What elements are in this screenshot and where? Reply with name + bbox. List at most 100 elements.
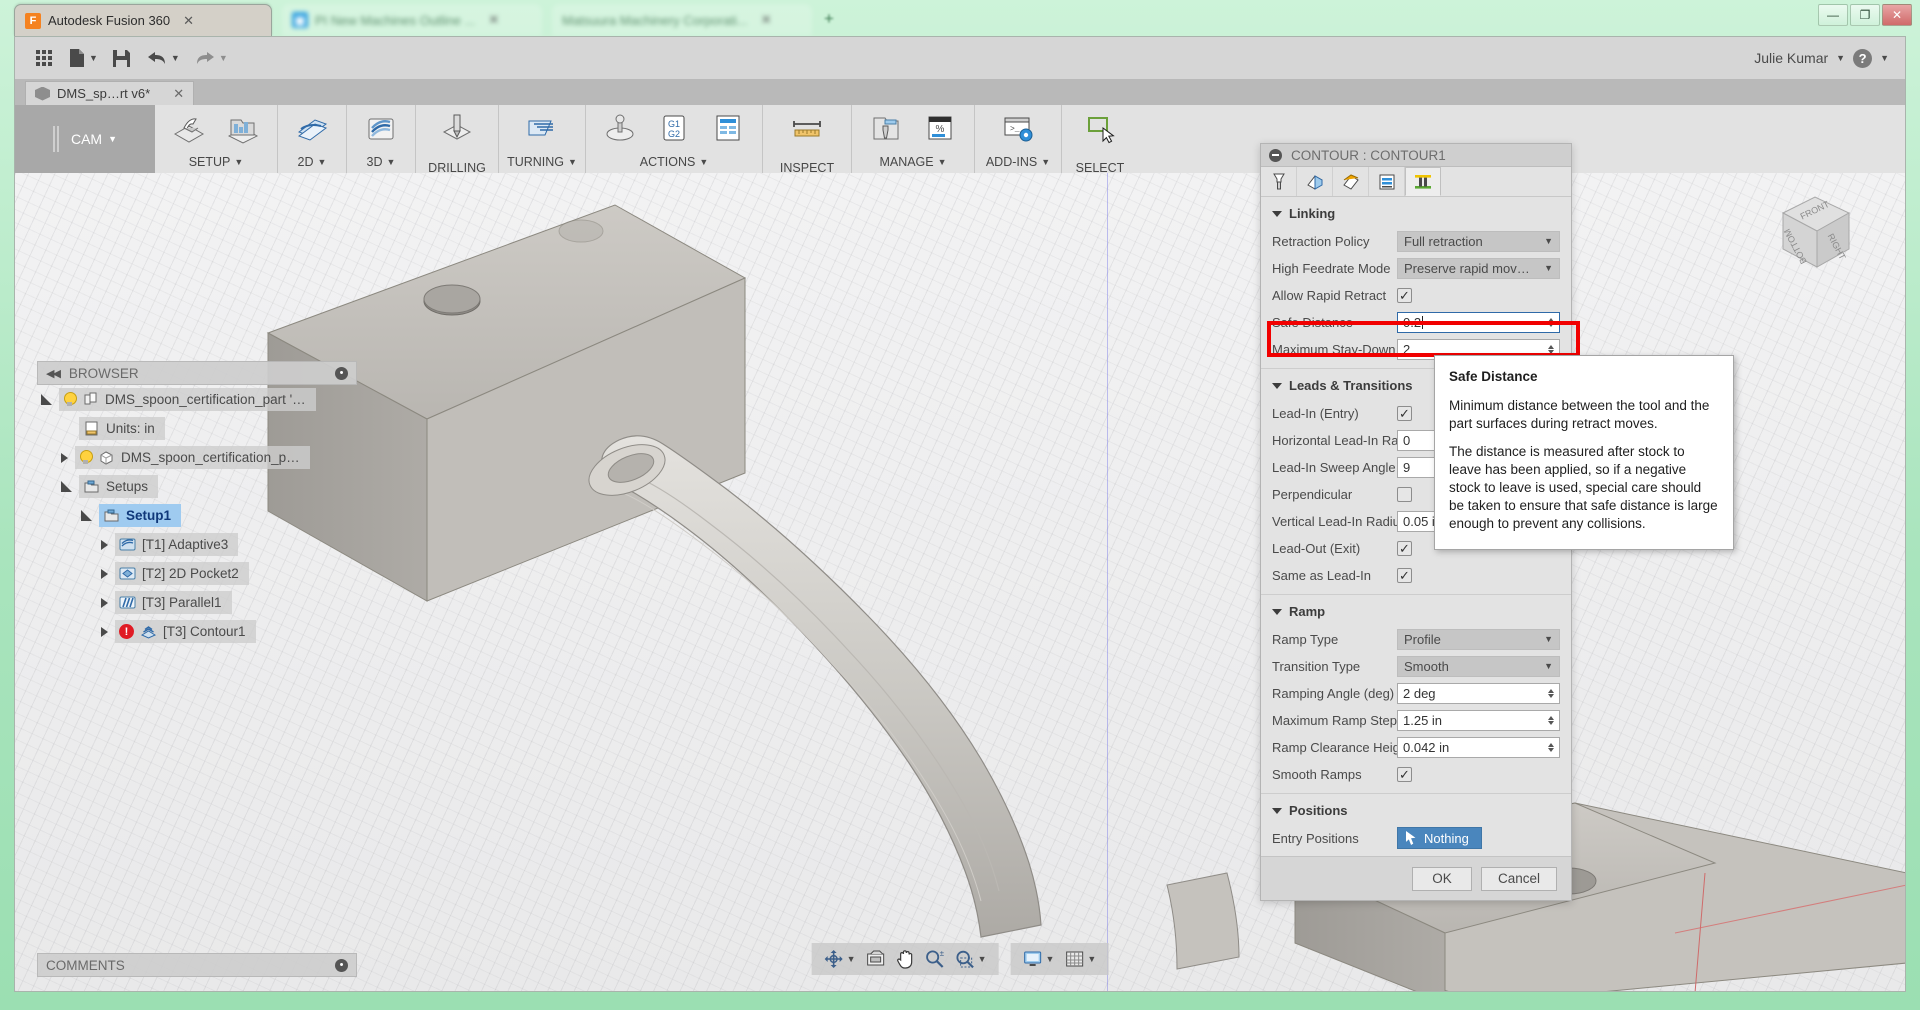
document-tab[interactable]: DMS_sp…rt v6* ✕ <box>25 81 195 105</box>
tree-item-chip[interactable]: Setup1 <box>99 504 182 527</box>
select-retraction-policy[interactable]: Full retraction ▼ <box>1397 230 1560 252</box>
collapse-icon[interactable] <box>1269 148 1282 162</box>
section-header-linking[interactable]: Linking <box>1261 197 1571 228</box>
ok-button[interactable]: OK <box>1411 866 1472 891</box>
select-button[interactable]: SELECT <box>1069 109 1131 175</box>
turning-button[interactable]: TURNING ▼ <box>506 109 578 169</box>
chevron-down-icon[interactable]: ▼ <box>1046 954 1055 964</box>
tree-item[interactable]: ! [T3] Contour1 <box>37 617 357 646</box>
new-tab-button[interactable]: + <box>824 9 834 29</box>
input-ramp-clearance-height[interactable]: 0.042 in <box>1397 736 1560 758</box>
select-high-feedrate-mode[interactable]: Preserve rapid mov… ▼ <box>1397 257 1560 279</box>
tree-item-chip[interactable]: Units: in <box>79 417 165 440</box>
select-transition-type[interactable]: Smooth ▼ <box>1397 655 1560 677</box>
section-header-ramp[interactable]: Ramp <box>1261 595 1571 626</box>
close-icon[interactable]: ✕ <box>173 86 184 102</box>
chevron-down-icon[interactable]: ▼ <box>1880 53 1889 63</box>
drilling-button[interactable]: DRILLING <box>423 109 491 175</box>
app-grid-button[interactable] <box>29 42 59 74</box>
view-cube[interactable]: FRONT RIGHT BOTTOM <box>1757 185 1865 281</box>
display-settings-button[interactable]: ▼ <box>1019 950 1059 968</box>
chevron-down-icon[interactable]: ▼ <box>1836 53 1845 63</box>
setup-button[interactable] <box>162 109 216 144</box>
browser-tab-pi-new-machines[interactable]: ▣ PI New Machines Outline ... ✕ <box>282 4 542 36</box>
checkbox-same-as-lead-in[interactable]: ✓ <box>1397 567 1412 583</box>
maximize-button[interactable]: ❐ <box>1850 4 1880 26</box>
pan-button[interactable] <box>892 949 919 969</box>
chevron-expanded-icon[interactable] <box>81 510 92 521</box>
stepper-maximum-stay-down-i[interactable] <box>1543 344 1554 354</box>
checkbox-lead-out-exit[interactable]: ✓ <box>1397 540 1412 556</box>
chevron-collapsed-icon[interactable] <box>101 568 108 579</box>
3d-toolpath-button[interactable] <box>354 109 408 144</box>
stepper-ramping-angle-deg[interactable] <box>1543 688 1554 698</box>
browser-panel-header[interactable]: ◀◀ BROWSER • <box>37 361 357 385</box>
checkbox-perpendicular[interactable] <box>1397 486 1412 502</box>
visibility-bulb-icon[interactable] <box>63 392 77 407</box>
tab-tool[interactable] <box>1261 167 1297 196</box>
new-document-button[interactable]: ▼ <box>63 42 103 74</box>
tree-item-chip[interactable]: [T2] 2D Pocket2 <box>115 562 249 585</box>
look-at-button[interactable] <box>862 950 890 968</box>
section-header-positions[interactable]: Positions <box>1261 794 1571 825</box>
tab-linking[interactable] <box>1405 167 1441 196</box>
addins-button[interactable]: >_ ADD-INS ▼ <box>982 109 1054 169</box>
close-icon[interactable]: ✕ <box>183 13 194 29</box>
setup-sheet-button[interactable] <box>701 109 755 144</box>
chevron-down-icon[interactable]: ▼ <box>978 954 987 964</box>
orbit-button[interactable]: ▼ <box>820 949 860 969</box>
tree-item-chip[interactable]: Setups <box>79 475 159 498</box>
close-icon[interactable]: ✕ <box>488 12 499 28</box>
select-ramp-type[interactable]: Profile ▼ <box>1397 628 1560 650</box>
tree-item[interactable]: [T2] 2D Pocket2 <box>37 559 357 588</box>
save-button[interactable] <box>107 42 137 74</box>
stepper-ramp-clearance-height[interactable] <box>1543 742 1554 752</box>
undo-button[interactable]: ▼ <box>141 42 185 74</box>
input-maximum-ramp-stepd[interactable]: 1.25 in <box>1397 709 1560 731</box>
tree-item-chip[interactable]: DMS_spoon_certification_part '… <box>59 388 316 411</box>
close-icon[interactable]: ✕ <box>761 12 772 28</box>
checkbox-allow-rapid-retract[interactable]: ✓ <box>1397 287 1412 303</box>
setup-folder-button[interactable] <box>216 109 270 144</box>
tree-item[interactable]: Units: in <box>37 414 357 443</box>
chevron-collapsed-icon[interactable] <box>61 452 68 463</box>
chevron-collapsed-icon[interactable] <box>101 597 108 608</box>
tree-item[interactable]: [T3] Parallel1 <box>37 588 357 617</box>
grid-snaps-button[interactable]: ▼ <box>1060 950 1100 968</box>
simulate-button[interactable] <box>593 109 647 144</box>
tree-item[interactable]: Setup1 <box>37 501 357 530</box>
2d-toolpath-button[interactable] <box>285 109 339 144</box>
redo-button[interactable]: ▼ <box>189 42 233 74</box>
close-window-button[interactable]: ✕ <box>1882 4 1912 26</box>
input-ramping-angle-deg[interactable]: 2 deg <box>1397 682 1560 704</box>
chevron-collapsed-icon[interactable] <box>101 539 108 550</box>
tree-item-chip[interactable]: [T3] Parallel1 <box>115 591 232 614</box>
pick-button-entry-positions[interactable]: Nothing <box>1397 827 1482 849</box>
chevron-collapsed-icon[interactable] <box>101 626 108 637</box>
tree-item-chip[interactable]: DMS_spoon_certification_p… <box>75 446 310 469</box>
tree-item[interactable]: Setups <box>37 472 357 501</box>
tree-item[interactable]: [T1] Adaptive3 <box>37 530 357 559</box>
cancel-button[interactable]: Cancel <box>1480 866 1557 891</box>
tab-heights[interactable] <box>1333 167 1369 196</box>
tree-item[interactable]: DMS_spoon_certification_part '… <box>37 385 357 414</box>
tool-library-button[interactable] <box>859 109 913 144</box>
checkbox-smooth-ramps[interactable]: ✓ <box>1397 766 1412 782</box>
tab-geometry[interactable] <box>1297 167 1333 196</box>
browser-tab-fusion[interactable]: F Autodesk Fusion 360 ✕ <box>14 4 272 36</box>
chevron-down-icon[interactable]: ▼ <box>847 954 856 964</box>
collapse-icon[interactable]: ◀◀ <box>46 367 61 380</box>
visibility-bulb-icon[interactable] <box>79 450 93 465</box>
chevron-down-icon[interactable]: ▼ <box>1087 954 1096 964</box>
tab-passes[interactable] <box>1369 167 1405 196</box>
stepper-safe-distance[interactable] <box>1543 317 1554 327</box>
post-process-button[interactable]: G1 G2 <box>647 109 701 144</box>
input-safe-distance[interactable]: 0.2 <box>1397 311 1560 333</box>
panel-options-icon[interactable]: • <box>335 366 348 380</box>
stepper-maximum-ramp-stepd[interactable] <box>1543 715 1554 725</box>
tree-item[interactable]: DMS_spoon_certification_p… <box>37 443 357 472</box>
tree-item-chip[interactable]: [T1] Adaptive3 <box>115 533 239 556</box>
zoom-window-button[interactable]: ▼ <box>951 949 991 969</box>
chevron-expanded-icon[interactable] <box>41 394 52 405</box>
dialog-header[interactable]: CONTOUR : CONTOUR1 <box>1261 144 1571 167</box>
